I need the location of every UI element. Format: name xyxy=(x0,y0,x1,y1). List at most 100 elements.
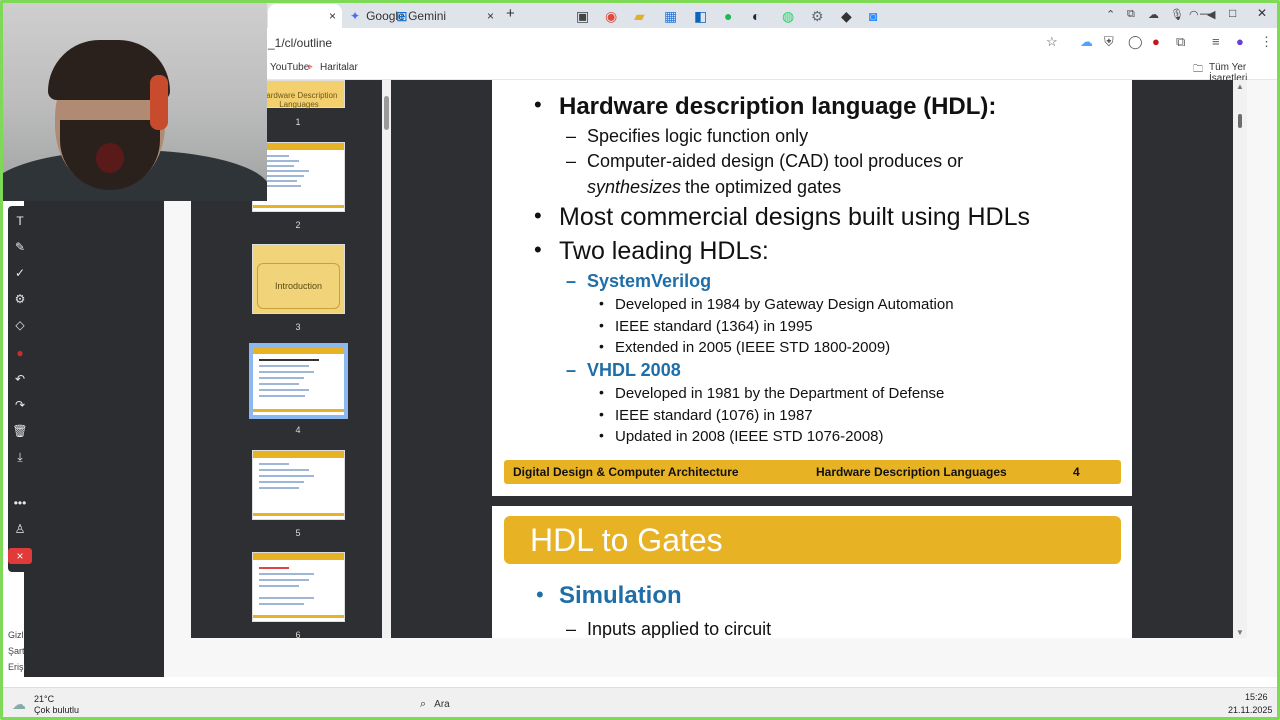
document-scrollbar[interactable]: ▲ ▼ xyxy=(1233,80,1247,638)
close-window-button[interactable]: ✕ xyxy=(1257,6,1267,20)
new-tab-button[interactable]: + xyxy=(506,5,515,22)
eraser-tool-icon[interactable]: ◇ xyxy=(8,318,32,332)
settings-tool-icon[interactable]: ⚙ xyxy=(8,292,32,306)
color-dot-icon[interactable]: ● xyxy=(8,346,32,360)
start-icon[interactable]: ⊞ xyxy=(396,8,408,25)
search-label: Ara xyxy=(434,698,450,710)
user-tool-icon[interactable]: ♙ xyxy=(8,522,32,536)
webcam-overlay xyxy=(0,0,267,201)
settings-icon[interactable]: ⚙ xyxy=(811,8,824,25)
thumbnail-page-5[interactable] xyxy=(252,450,345,520)
page-number: 3 xyxy=(295,322,301,332)
url-field[interactable]: _1/cl/outline xyxy=(268,36,332,50)
thumbnail-scrollbar[interactable] xyxy=(382,80,391,638)
weather-icon: ☁ xyxy=(12,696,26,712)
store-icon[interactable]: ▦ xyxy=(664,8,677,25)
steam-icon[interactable]: ◐ xyxy=(752,8,760,24)
tray-icon[interactable]: ⧉ xyxy=(1127,8,1135,21)
trash-icon[interactable]: 🗑 xyxy=(8,424,32,438)
taskview-icon[interactable]: ▣ xyxy=(576,8,589,25)
bullet-icon: • xyxy=(599,295,604,311)
bullet-two-hdls: Two leading HDLs: xyxy=(559,237,769,265)
download-icon[interactable]: ⤓ xyxy=(8,450,32,465)
page-number: 5 xyxy=(295,528,301,538)
sub-bullet: Computer-aided design (CAD) tool produce… xyxy=(587,151,964,171)
more-icon[interactable]: ••• xyxy=(8,496,32,510)
zoom-icon[interactable]: ◙ xyxy=(869,8,877,24)
footer-chapter: Hardware Description Languages xyxy=(816,465,1007,479)
cloud-icon[interactable]: ☁ xyxy=(1080,34,1093,50)
menu-icon[interactable]: ⋮ xyxy=(1260,34,1273,50)
dash-icon: – xyxy=(566,151,577,171)
close-tab-icon[interactable]: × xyxy=(329,9,336,23)
slide-footer: Digital Design & Computer Architecture H… xyxy=(504,460,1121,484)
close-toolbar-icon[interactable]: × xyxy=(8,548,32,564)
bullet-icon: • xyxy=(599,384,604,400)
scroll-down-icon[interactable]: ▼ xyxy=(1236,628,1244,637)
clock-date[interactable]: 21.11.2025 xyxy=(1228,705,1272,715)
page-number: 2 xyxy=(295,220,301,230)
dash-icon: – xyxy=(566,360,577,380)
close-tab-icon[interactable]: × xyxy=(487,9,494,23)
wifi-icon[interactable]: ◠ xyxy=(1189,8,1199,21)
sv-item: IEEE standard (1364) in 1995 xyxy=(615,318,813,335)
folder-icon: 🗀 xyxy=(1193,64,1203,75)
thumb-title: Hardware Description Languages xyxy=(260,91,338,109)
sv-item: Developed in 1984 by Gateway Design Auto… xyxy=(615,296,954,313)
undo-icon[interactable]: ↶ xyxy=(8,372,32,386)
thumbnail-page-4[interactable] xyxy=(249,343,348,419)
windows-taskbar xyxy=(0,687,1280,720)
clock-time[interactable]: 15:26 xyxy=(1245,692,1268,702)
sub-bullet: Inputs applied to circuit xyxy=(587,619,772,638)
chrome-icon[interactable]: ◉ xyxy=(605,8,617,25)
tab-google-gemini[interactable]: ✦ Google Gemini × xyxy=(344,4,500,28)
mic-icon[interactable]: 🎙 xyxy=(1170,8,1184,21)
tray-chevron-icon[interactable]: ⌃ xyxy=(1106,8,1115,21)
dash-icon: – xyxy=(566,126,577,146)
check-tool-icon[interactable]: ✓ xyxy=(8,266,32,280)
gemini-icon: ✦ xyxy=(350,9,361,23)
vhdl-item: Developed in 1981 by the Department of D… xyxy=(615,385,945,402)
tray-icon[interactable]: ☁ xyxy=(1148,8,1159,21)
maximize-button[interactable]: □ xyxy=(1229,6,1236,20)
map-pin-icon: ⌖ xyxy=(307,62,313,73)
thumbnail-page-3[interactable]: Introduction xyxy=(252,244,345,314)
side-text: Şart xyxy=(8,646,25,656)
pen-tool-icon[interactable]: ✎ xyxy=(8,240,32,254)
bookmark-youtube[interactable]: YouTube xyxy=(270,62,309,73)
shield-icon[interactable]: ⛨ xyxy=(1104,34,1114,50)
whatsapp-icon[interactable]: ◍ xyxy=(782,8,794,25)
redo-icon[interactable]: ↷ xyxy=(8,398,32,412)
app-icon[interactable]: ◆ xyxy=(841,8,852,25)
side-text: Gizl xyxy=(8,630,24,640)
bullet-icon: • xyxy=(599,317,604,333)
scroll-up-icon[interactable]: ▲ xyxy=(1236,82,1244,91)
systemverilog-heading: SystemVerilog xyxy=(587,271,712,291)
outlook-icon[interactable]: ◧ xyxy=(694,8,707,25)
thumbnail-page-6[interactable] xyxy=(252,552,345,622)
thumb-title: Introduction xyxy=(274,281,323,291)
left-panel xyxy=(24,201,164,677)
extension-icon[interactable]: ◯ xyxy=(1128,34,1143,50)
taskbar-search[interactable]: ⌕ Ara xyxy=(420,694,530,714)
page-number: 6 xyxy=(295,630,301,640)
bullet-icon: • xyxy=(534,203,542,228)
tab-current[interactable]: × xyxy=(268,4,342,28)
spotify-icon[interactable]: ● xyxy=(724,8,732,24)
weather-temp: 21°C xyxy=(34,694,55,704)
bullet-icon: • xyxy=(599,406,604,422)
desktop-screen: × ✦ Google Gemini × + — □ ✕ _1/cl/outlin… xyxy=(0,0,1280,720)
avatar[interactable]: ● xyxy=(1236,34,1244,49)
footer-course: Digital Design & Computer Architecture xyxy=(513,465,739,479)
puzzle-icon[interactable]: ⧉ xyxy=(1176,34,1185,50)
media-icon[interactable]: ≡ xyxy=(1212,34,1220,49)
record-icon[interactable]: ● xyxy=(1152,34,1160,49)
text-tool-icon[interactable]: T xyxy=(8,214,32,228)
bullet-icon: • xyxy=(534,92,542,117)
bookmark-haritalar[interactable]: Haritalar xyxy=(320,62,358,73)
volume-icon[interactable]: ◀ xyxy=(1207,8,1215,21)
dash-icon: – xyxy=(566,271,577,291)
side-text: Erişi xyxy=(8,662,26,672)
explorer-icon[interactable]: ▰ xyxy=(634,8,645,25)
bookmark-star-icon[interactable]: ☆ xyxy=(1046,34,1058,50)
